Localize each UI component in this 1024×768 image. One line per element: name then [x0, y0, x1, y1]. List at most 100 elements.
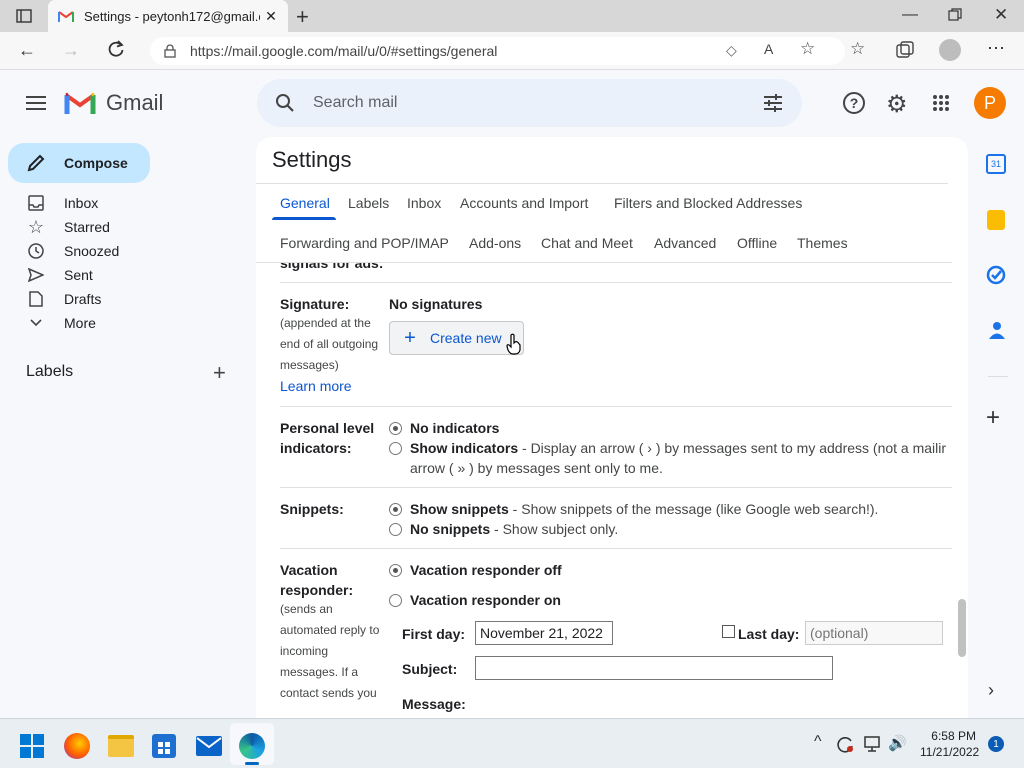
- nav-drafts[interactable]: Drafts: [26, 287, 101, 311]
- vacation-desc-3: incoming: [280, 644, 329, 658]
- pencil-icon: [8, 154, 64, 172]
- tab-accounts-import[interactable]: Accounts and Import: [460, 195, 588, 211]
- nav-inbox[interactable]: Inbox: [26, 191, 98, 215]
- tasks-icon[interactable]: [986, 265, 1006, 290]
- file-explorer-icon[interactable]: [108, 735, 134, 757]
- profile-icon[interactable]: [939, 39, 961, 61]
- signature-desc-2: end of all outgoing: [280, 337, 379, 351]
- contacts-icon[interactable]: [988, 320, 1006, 345]
- settings-gear-icon[interactable]: ⚙: [886, 90, 908, 119]
- network-icon[interactable]: [863, 735, 881, 758]
- restore-icon[interactable]: [948, 8, 962, 27]
- nav-starred[interactable]: ☆ Starred: [26, 215, 110, 239]
- hand-cursor-icon: [506, 333, 522, 360]
- vacation-on-option: Vacation responder on: [410, 592, 561, 608]
- last-day-checkbox[interactable]: [722, 625, 735, 638]
- close-tab-icon[interactable]: ✕: [260, 8, 282, 25]
- tab-offline[interactable]: Offline: [737, 235, 777, 251]
- scrollbar-thumb[interactable]: [958, 599, 966, 657]
- vacation-on-label: Vacation responder on: [410, 592, 561, 608]
- calendar-icon[interactable]: 31: [986, 154, 1006, 174]
- gmail-logo-text: Gmail: [106, 90, 164, 115]
- tab-labels[interactable]: Labels: [348, 195, 389, 211]
- tab-filters[interactable]: Filters and Blocked Addresses: [614, 195, 802, 211]
- notification-badge[interactable]: 1: [988, 736, 1004, 752]
- reading-view-icon[interactable]: ◇: [726, 42, 737, 59]
- firefox-icon[interactable]: [64, 733, 90, 759]
- vacation-desc-1: (sends an: [280, 602, 333, 616]
- expand-panel-icon[interactable]: ›: [988, 680, 994, 701]
- help-icon[interactable]: ?: [843, 92, 865, 114]
- divider: [988, 376, 1008, 377]
- keep-icon[interactable]: [987, 210, 1005, 230]
- tray-chevron-up-icon[interactable]: ^: [814, 733, 822, 751]
- tab-advanced[interactable]: Advanced: [654, 235, 716, 251]
- browser-tab-active[interactable]: Settings - peytonh172@gmail.cc ✕: [48, 0, 288, 32]
- show-snippets-radio[interactable]: [389, 503, 402, 516]
- main-menu-icon[interactable]: [26, 95, 46, 116]
- tab-general[interactable]: General: [280, 195, 330, 211]
- read-aloud-icon[interactable]: A: [764, 41, 773, 57]
- chevron-down-icon: [26, 319, 46, 327]
- vacation-label-1: Vacation: [280, 562, 338, 578]
- divider: [280, 406, 952, 407]
- show-indicators-desc: - Display an arrow ( › ) by messages sen…: [518, 440, 947, 456]
- subject-label: Subject:: [402, 661, 458, 677]
- back-icon[interactable]: ←: [18, 40, 36, 61]
- minimize-icon[interactable]: —: [902, 6, 918, 24]
- no-indicators-radio[interactable]: [389, 422, 402, 435]
- search-bar[interactable]: Search mail: [257, 79, 802, 127]
- clock[interactable]: 6:58 PM 11/21/2022: [920, 728, 979, 760]
- vacation-off-radio[interactable]: [389, 564, 402, 577]
- get-addons-icon[interactable]: +: [986, 404, 1000, 432]
- close-window-icon[interactable]: ✕: [994, 5, 1008, 25]
- windows-start-icon[interactable]: [20, 734, 44, 763]
- forward-icon[interactable]: →: [62, 40, 80, 61]
- new-tab-button[interactable]: +: [296, 4, 309, 30]
- last-day-input[interactable]: [805, 621, 943, 645]
- nav-more[interactable]: More: [26, 311, 96, 335]
- tab-themes[interactable]: Themes: [797, 235, 848, 251]
- active-tab-indicator: [272, 217, 336, 220]
- store-icon[interactable]: [152, 734, 176, 758]
- apps-grid-icon[interactable]: [932, 94, 950, 117]
- favorites-icon[interactable]: ☆: [850, 39, 865, 59]
- vacation-on-radio[interactable]: [389, 594, 402, 607]
- tab-addons[interactable]: Add-ons: [469, 235, 521, 251]
- add-favorite-icon[interactable]: ☆: [800, 39, 815, 59]
- compose-button[interactable]: Compose: [8, 143, 150, 183]
- search-input[interactable]: Search mail: [313, 94, 397, 112]
- nav-sent[interactable]: Sent: [26, 263, 93, 287]
- show-indicators-radio[interactable]: [389, 442, 402, 455]
- subject-input[interactable]: [475, 656, 833, 680]
- tab-actions-icon[interactable]: [14, 7, 34, 25]
- sync-icon[interactable]: [836, 735, 854, 758]
- no-snippets-radio[interactable]: [389, 523, 402, 536]
- tab-chat-meet[interactable]: Chat and Meet: [541, 235, 633, 251]
- settings-content: signals for ads: Signature: (appended at…: [256, 263, 952, 718]
- add-label-icon[interactable]: +: [213, 360, 226, 386]
- collections-icon[interactable]: [896, 41, 914, 64]
- nav-starred-label: Starred: [64, 219, 110, 235]
- learn-more-link[interactable]: Learn more: [280, 378, 352, 394]
- search-options-icon[interactable]: [763, 94, 783, 117]
- show-snippets-label: Show snippets: [410, 501, 509, 517]
- edge-taskbar-button[interactable]: [230, 723, 274, 765]
- mail-icon[interactable]: [196, 736, 222, 761]
- first-day-input[interactable]: [475, 621, 613, 645]
- tab-inbox[interactable]: Inbox: [407, 195, 441, 211]
- plus-icon: +: [404, 326, 416, 349]
- search-icon[interactable]: [275, 93, 295, 118]
- vacation-label-2: responder:: [280, 582, 354, 598]
- create-new-signature-button[interactable]: + Create new: [389, 321, 524, 355]
- tab-forwarding[interactable]: Forwarding and POP/IMAP: [280, 235, 449, 251]
- nav-inbox-label: Inbox: [64, 195, 99, 211]
- address-bar[interactable]: https://mail.google.com/mail/u/0/#settin…: [150, 37, 845, 65]
- nav-snoozed[interactable]: Snoozed: [26, 239, 119, 263]
- account-avatar[interactable]: P: [974, 87, 1006, 119]
- more-menu-icon[interactable]: ⋯: [987, 38, 1005, 59]
- personal-indicators-label-2: indicators:: [280, 440, 352, 456]
- labels-heading: Labels: [26, 363, 74, 380]
- volume-icon[interactable]: 🔊: [888, 734, 907, 752]
- refresh-icon[interactable]: [106, 39, 126, 64]
